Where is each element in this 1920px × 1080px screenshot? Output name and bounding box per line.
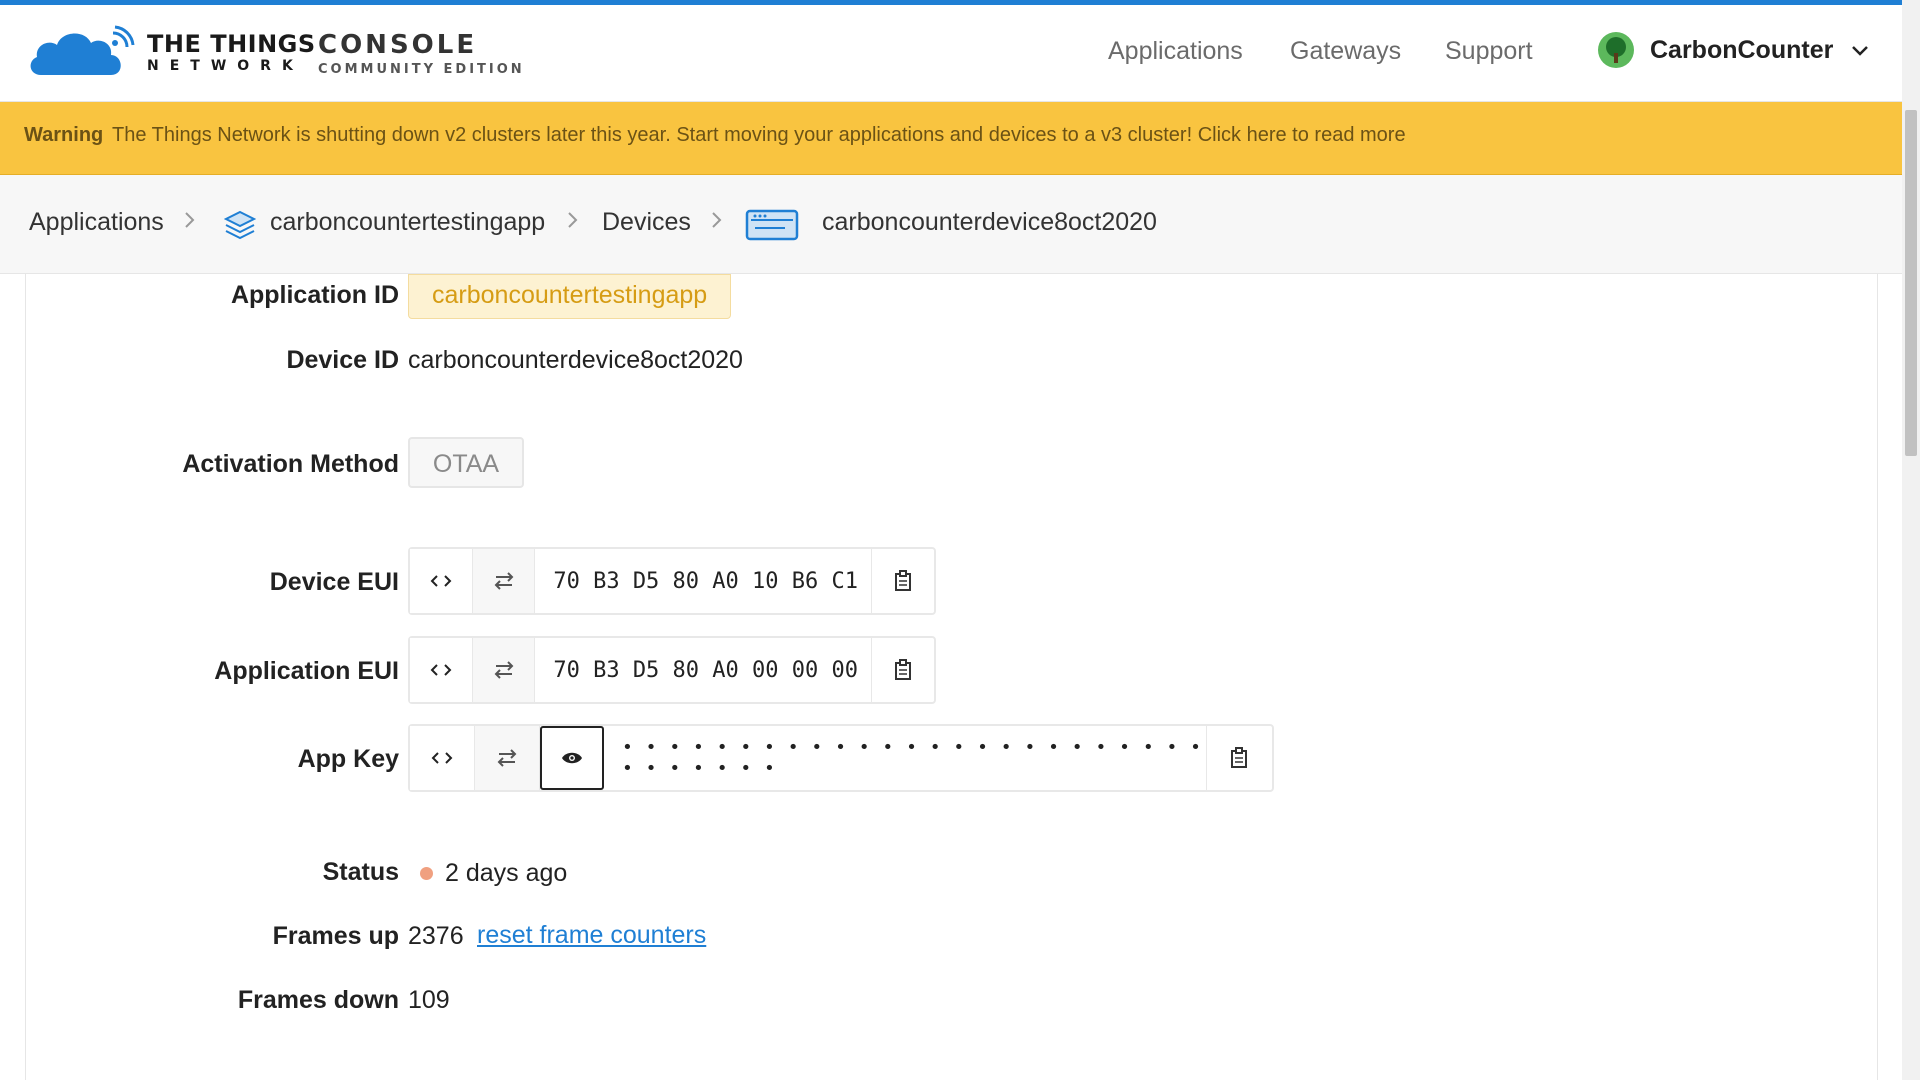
code-toggle-button[interactable] <box>410 549 473 613</box>
user-menu[interactable]: CarbonCounter <box>1598 32 1869 68</box>
application-id-badge[interactable]: carboncountertestingapp <box>408 274 732 319</box>
brand-name: THE THINGS <box>147 30 316 58</box>
status-value: 2 days ago <box>445 859 568 887</box>
device-eui-value[interactable]: 70 B3 D5 80 A0 10 B6 C1 <box>535 549 871 613</box>
breadcrumb: Applications carboncountertestingapp Dev… <box>0 175 1902 274</box>
activation-method-badge: OTAA <box>408 437 524 488</box>
console-title: CONSOLE COMMUNITY EDITION <box>318 31 525 79</box>
scrollbar-thumb[interactable] <box>1905 110 1917 456</box>
application-eui-label: Application EUI <box>214 657 399 685</box>
device-id-label: Device ID <box>286 346 399 374</box>
frames-up-label: Frames up <box>272 922 399 950</box>
breadcrumb-devices[interactable]: Devices <box>602 208 691 237</box>
warning-label: Warning <box>24 124 104 146</box>
warning-text[interactable]: The Things Network is shutting down v2 c… <box>112 124 1406 147</box>
status-label: Status <box>322 858 399 886</box>
edition-label: COMMUNITY EDITION <box>318 62 525 77</box>
device-eui-field: 70 B3 D5 80 A0 10 B6 C1 <box>408 547 936 615</box>
eye-icon[interactable] <box>540 726 604 790</box>
breadcrumb-device: carboncounterdevice8oct2020 <box>822 208 1157 236</box>
chevron-right-icon <box>567 211 579 234</box>
frames-down-label: Frames down <box>237 986 399 1014</box>
code-toggle-button[interactable] <box>410 638 473 702</box>
username: CarbonCounter <box>1650 35 1834 64</box>
nav-applications[interactable]: Applications <box>1108 37 1243 66</box>
breadcrumb-applications[interactable]: Applications <box>29 208 164 237</box>
activation-method-label: Activation Method <box>182 450 399 478</box>
device-id-value: carboncounterdevice8oct2020 <box>408 346 743 374</box>
swap-byte-order-button[interactable] <box>472 638 536 702</box>
nav-gateways[interactable]: Gateways <box>1290 37 1401 66</box>
breadcrumb-app[interactable]: carboncountertestingapp <box>270 208 545 237</box>
chevron-right-icon <box>184 211 196 234</box>
swap-byte-order-button[interactable] <box>472 549 536 613</box>
app-key-field: • • • • • • • • • • • • • • • • • • • • … <box>408 724 1274 792</box>
header: THE THINGS NETWORK CONSOLE COMMUNITY EDI… <box>0 5 1902 102</box>
console-label: CONSOLE <box>318 30 478 60</box>
ttn-logo[interactable] <box>27 25 137 84</box>
frames-down-value: 109 <box>408 986 450 1014</box>
app-key-value[interactable]: • • • • • • • • • • • • • • • • • • • • … <box>604 726 1206 790</box>
application-eui-field: 70 B3 D5 80 A0 00 00 00 <box>408 636 936 704</box>
status-dot <box>420 867 433 880</box>
warning-banner[interactable]: Warning The Things Network is shutting d… <box>0 102 1902 175</box>
frames-up-value: 2376 <box>408 922 464 950</box>
application-id-label: Application ID <box>230 281 399 309</box>
chevron-right-icon <box>711 211 723 234</box>
code-toggle-button[interactable] <box>410 726 475 790</box>
nav-support[interactable]: Support <box>1445 37 1533 66</box>
reset-frame-counters-link[interactable]: reset frame counters <box>477 921 706 950</box>
chevron-down-icon <box>1851 44 1869 62</box>
brand-network: NETWORK <box>147 58 304 74</box>
tree-avatar-icon <box>1598 32 1634 68</box>
clipboard-icon[interactable] <box>871 638 934 702</box>
app-key-label: App Key <box>297 745 399 773</box>
device-icon <box>745 208 799 247</box>
application-eui-value[interactable]: 70 B3 D5 80 A0 00 00 00 <box>535 638 871 702</box>
swap-byte-order-button[interactable] <box>475 726 540 790</box>
layers-icon <box>223 209 257 246</box>
device-eui-label: Device EUI <box>269 568 399 596</box>
clipboard-icon[interactable] <box>871 549 934 613</box>
brand-text: THE THINGS NETWORK <box>147 31 316 75</box>
clipboard-icon[interactable] <box>1206 726 1271 790</box>
